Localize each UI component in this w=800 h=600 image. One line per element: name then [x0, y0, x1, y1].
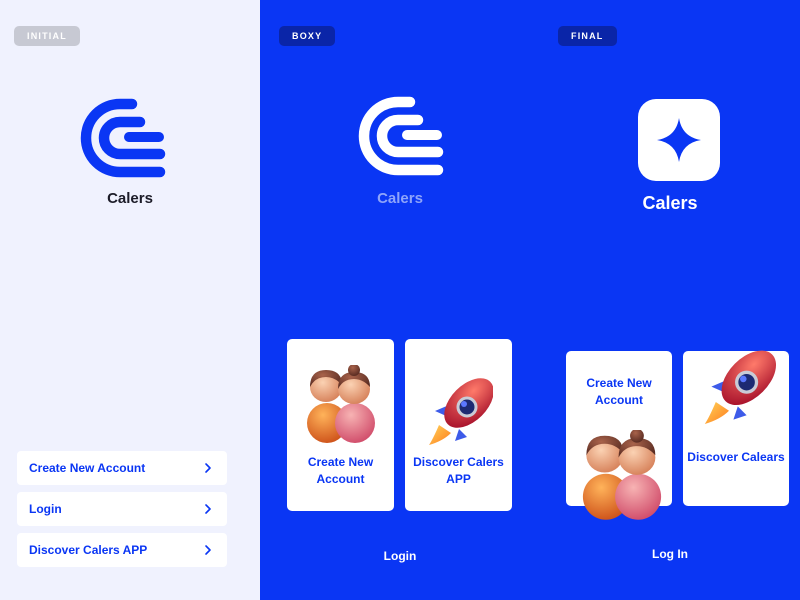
calers-logo-icon — [79, 97, 167, 179]
discover-app-label: Discover Calers APP — [29, 543, 148, 557]
discover-app-button[interactable]: Discover Calers APP — [17, 533, 227, 567]
app-icon — [638, 99, 720, 181]
login-label: Login — [29, 502, 62, 516]
login-link[interactable]: Login — [260, 549, 540, 563]
chevron-right-icon — [205, 504, 211, 514]
panel-boxy: BOXY Calers Create New Account Discover … — [260, 0, 540, 600]
rocket-illustration-icon — [703, 338, 786, 424]
create-account-card[interactable]: Create New Account — [287, 339, 394, 511]
panel-final: FINAL Calers Create New Account Discover… — [540, 0, 800, 600]
discover-app-label: Discover Calers APP — [413, 455, 504, 486]
brand-name: Calers — [377, 190, 423, 207]
discover-app-card[interactable]: Discover Calers APP — [405, 339, 512, 511]
tag-boxy: BOXY — [279, 26, 336, 46]
brand-name: Calers — [107, 190, 153, 207]
brand-name: Calers — [642, 193, 698, 213]
rocket-illustration-icon — [429, 367, 493, 445]
create-account-label: Create New Account — [29, 461, 146, 475]
create-account-button[interactable]: Create New Account — [17, 451, 227, 485]
chevron-right-icon — [205, 463, 211, 473]
tag-initial: INITIAL — [14, 26, 80, 46]
tag-final: FINAL — [558, 26, 617, 46]
chevron-right-icon — [205, 545, 211, 555]
panel-initial: INITIAL Calers Create New Account Login … — [0, 0, 260, 600]
calers-logo-icon — [357, 95, 445, 177]
login-button[interactable]: Login — [17, 492, 227, 526]
sparkle-star-icon — [657, 118, 701, 162]
discover-app-label: Discover Calears — [687, 450, 785, 464]
login-link[interactable]: Log In — [540, 547, 800, 561]
people-illustration-icon — [307, 365, 375, 443]
create-account-label: Create New Account — [307, 455, 374, 486]
people-illustration-icon — [582, 430, 662, 520]
create-account-label: Create New Account — [586, 376, 652, 407]
